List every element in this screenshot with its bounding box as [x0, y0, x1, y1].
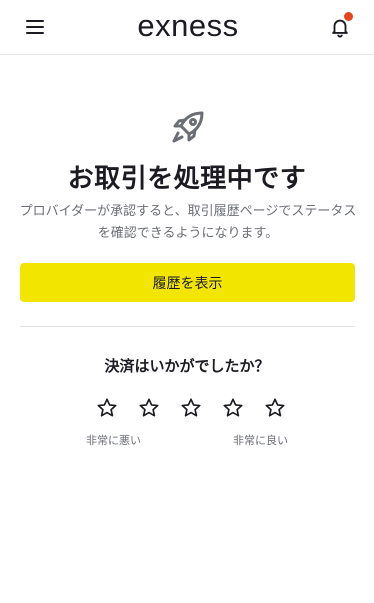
app-header: exness: [0, 0, 374, 55]
star-icon-4[interactable]: [222, 397, 244, 419]
rocket-icon: [172, 111, 204, 143]
star-rating: [96, 397, 286, 421]
star-icon-3[interactable]: [180, 397, 202, 419]
notification-dot: [344, 12, 353, 21]
rating-question: 決済はいかがでしたか？: [104, 357, 270, 375]
star-icon-5[interactable]: [264, 397, 286, 419]
status-description: プロバイダーが承認すると、取引履歴ページでステータスを確認できるようになります。: [19, 204, 357, 241]
star-icon-2[interactable]: [138, 397, 160, 419]
view-history-button[interactable]: 履歴を表示: [20, 263, 355, 302]
divider: [20, 326, 355, 327]
exness-logo[interactable]: exness: [127, 6, 249, 46]
hamburger-menu-icon[interactable]: [26, 20, 44, 34]
rating-low-label: 非常に悪い: [86, 434, 141, 447]
star-icon-1[interactable]: [96, 397, 118, 419]
page-title: お取引を処理中です: [67, 164, 307, 194]
rating-high-label: 非常に良い: [233, 434, 288, 447]
